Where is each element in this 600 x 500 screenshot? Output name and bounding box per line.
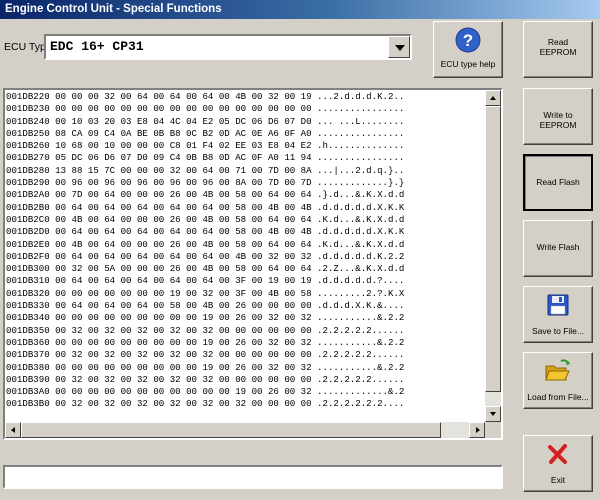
red-x-icon (548, 444, 567, 464)
hex-line: 001DB2E0 00 4B 00 64 00 00 00 26 00 4B 0… (6, 238, 405, 250)
horizontal-scrollbar[interactable] (5, 422, 485, 438)
write-flash-label: Write Flash (536, 242, 580, 252)
hex-line: 001DB380 00 00 00 00 00 00 00 00 00 19 0… (6, 361, 405, 373)
help-question-icon: ? (455, 27, 481, 53)
hex-line: 001DB2D0 00 64 00 64 00 64 00 64 00 64 0… (6, 226, 405, 238)
ecu-type-value: EDC 16+ CP31 (50, 39, 144, 54)
hex-dump-viewer[interactable]: 001DB220 00 00 00 32 00 64 00 64 00 64 0… (3, 88, 503, 440)
open-folder-icon (545, 359, 570, 381)
hex-dump-lines: 001DB220 00 00 00 32 00 64 00 64 00 64 0… (6, 91, 484, 423)
hex-line: 001DB320 00 00 00 00 00 00 00 19 00 32 0… (6, 287, 405, 299)
scroll-down-icon[interactable] (485, 406, 501, 422)
hex-line: 001DB260 10 68 00 10 00 00 00 C8 01 F4 0… (6, 140, 405, 152)
hex-line: 001DB370 00 32 00 32 00 32 00 32 00 32 0… (6, 349, 405, 361)
save-to-file-button[interactable]: Save to File... (523, 286, 593, 343)
hex-line: 001DB340 00 00 00 00 00 00 00 00 00 19 0… (6, 312, 405, 324)
save-to-file-label: Save to File... (532, 326, 584, 336)
write-eeprom-button[interactable]: Write to EEPROM (523, 88, 593, 145)
hex-line: 001DB2A0 00 7D 00 64 00 00 00 26 00 4B 0… (6, 189, 405, 201)
scroll-right-icon[interactable] (469, 422, 485, 438)
hex-line: 001DB280 13 88 15 7C 00 00 00 32 00 64 0… (6, 164, 405, 176)
status-field (3, 465, 503, 489)
exit-label: Exit (550, 475, 566, 485)
read-flash-label: Read Flash (536, 177, 580, 187)
vertical-scrollbar[interactable] (485, 90, 501, 422)
ecu-type-help-button[interactable]: ? ECU type help (433, 21, 503, 78)
load-from-file-label: Load from File... (527, 392, 589, 402)
vertical-scroll-thumb[interactable] (485, 106, 501, 392)
hex-line: 001DB3A0 00 00 00 00 00 00 00 00 00 00 0… (6, 386, 405, 398)
write-flash-button[interactable]: Write Flash (523, 220, 593, 277)
svg-text:?: ? (463, 31, 473, 50)
hex-line: 001DB2B0 00 64 00 64 00 64 00 64 00 64 0… (6, 201, 405, 213)
read-eeprom-label: Read EEPROM (539, 37, 577, 57)
scrollbar-corner (485, 422, 501, 438)
hex-line: 001DB230 00 00 00 00 00 00 00 00 00 00 0… (6, 103, 405, 115)
read-flash-button[interactable]: Read Flash (523, 154, 593, 211)
hex-line: 001DB330 00 64 00 64 00 64 00 58 00 4B 0… (6, 300, 405, 312)
hex-line: 001DB270 05 DC 06 D6 07 D0 09 C4 0B B8 0… (6, 152, 405, 164)
hex-line: 001DB3B0 00 32 00 32 00 32 00 32 00 32 0… (6, 398, 405, 410)
ecu-type-select[interactable]: EDC 16+ CP31 (44, 34, 412, 60)
hex-line: 001DB390 00 32 00 32 00 32 00 32 00 32 0… (6, 373, 405, 385)
hex-line: 001DB220 00 00 00 32 00 64 00 64 00 64 0… (6, 91, 405, 102)
load-from-file-button[interactable]: Load from File... (523, 352, 593, 409)
window-title: Engine Control Unit - Special Functions (0, 0, 600, 19)
horizontal-scroll-thumb[interactable] (21, 422, 441, 438)
hex-line: 001DB310 00 64 00 64 00 64 00 64 00 64 0… (6, 275, 405, 287)
hex-line: 001DB360 00 00 00 00 00 00 00 00 00 19 0… (6, 336, 405, 348)
hex-line: 001DB240 00 10 03 20 03 E8 04 4C 04 E2 0… (6, 115, 405, 127)
ecu-type-help-label: ECU type help (440, 59, 496, 69)
hex-line: 001DB300 00 32 00 5A 00 00 00 26 00 4B 0… (6, 263, 405, 275)
floppy-disk-icon (547, 294, 569, 316)
hex-line: 001DB2C0 00 4B 00 64 00 00 00 26 00 4B 0… (6, 213, 405, 225)
exit-button[interactable]: Exit (523, 435, 593, 492)
hex-line: 001DB290 00 96 00 96 00 96 00 96 00 96 0… (6, 177, 405, 189)
read-eeprom-button[interactable]: Read EEPROM (523, 21, 593, 78)
chevron-down-icon[interactable] (388, 36, 410, 58)
scroll-up-icon[interactable] (485, 90, 501, 106)
hex-line: 001DB250 08 CA 09 C4 0A BE 0B B8 0C B2 0… (6, 127, 405, 139)
scroll-left-icon[interactable] (5, 422, 21, 438)
hex-line: 001DB350 00 32 00 32 00 32 00 32 00 32 0… (6, 324, 405, 336)
hex-line: 001DB2F0 00 64 00 64 00 64 00 64 00 64 0… (6, 250, 405, 262)
write-eeprom-label: Write to EEPROM (539, 110, 577, 130)
